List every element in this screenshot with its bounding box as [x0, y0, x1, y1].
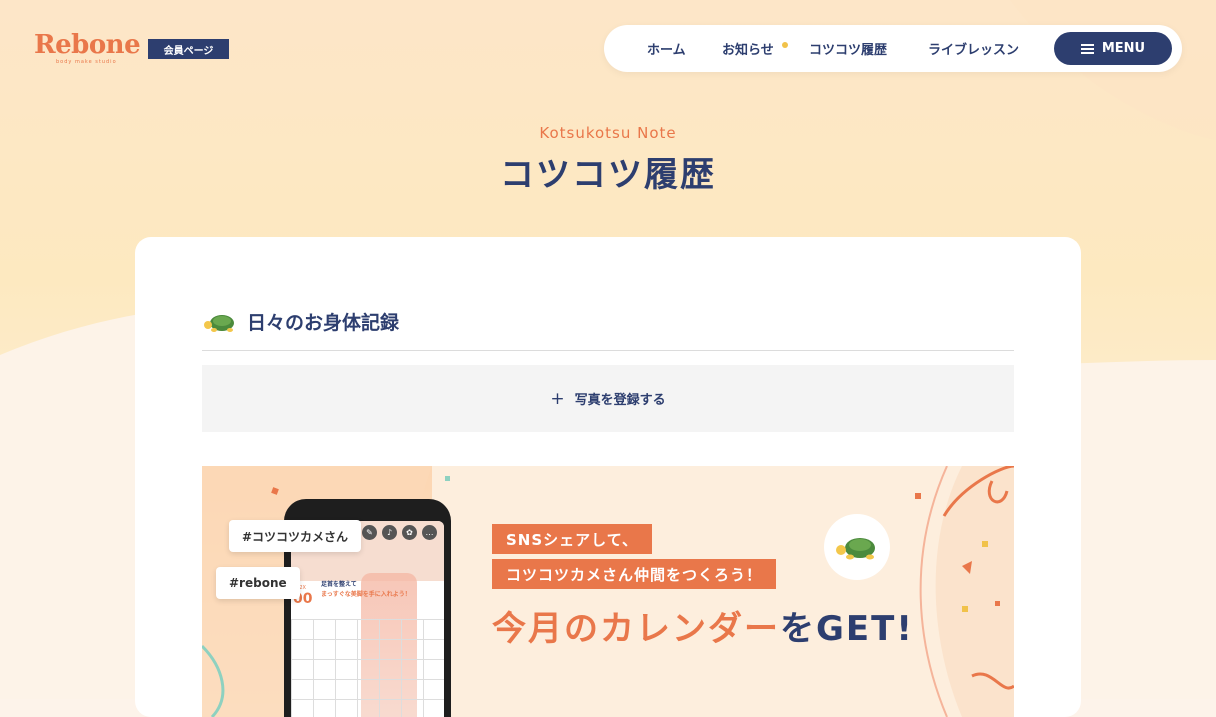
menu-button-label: MENU — [1101, 41, 1146, 56]
member-page-badge: 会員ページ — [148, 39, 229, 59]
more-icon: … — [422, 525, 437, 540]
section-divider — [202, 350, 1014, 351]
page-eyebrow: Kotsukotsu Note — [539, 124, 677, 142]
content-card: 日々のお身体記録 + 写真を登録する 00 足首を整えて まっすぐな美脚を手に入… — [135, 237, 1081, 717]
top-navigation: ホーム お知らせ コツコツ履歴 ライブレッスン MENU — [604, 25, 1182, 72]
news-unread-dot — [782, 42, 788, 48]
banner-line-1: SNSシェアして、 — [492, 524, 652, 554]
sns-share-banner[interactable]: 202X 00 足首を整えて まっすぐな美脚を手に入れよう！ ✎ ♪ ✿ … #… — [202, 466, 1014, 717]
page-title: コツコツ履歴 — [500, 155, 716, 195]
turtle-mascot-icon — [836, 538, 875, 560]
logo[interactable]: Rebone — [34, 30, 141, 60]
sticker-icon: ✿ — [402, 525, 417, 540]
nav-item-history[interactable]: コツコツ履歴 — [809, 25, 887, 72]
add-photo-button[interactable]: + 写真を登録する — [202, 365, 1014, 432]
plus-icon: + — [550, 388, 565, 409]
hashtag-rebone: #rebone — [216, 567, 300, 599]
hamburger-icon — [1080, 43, 1094, 54]
section-title: 日々のお身体記録 — [247, 312, 400, 334]
add-photo-label: 写真を登録する — [574, 393, 666, 408]
banner-headline: 今月のカレンダーをGET! — [492, 601, 914, 650]
turtle-icon — [204, 315, 234, 332]
calendar-caption-1: 足首を整えて — [321, 581, 357, 588]
music-icon: ♪ — [382, 525, 397, 540]
turtle-bubble — [824, 514, 890, 580]
hashtag-kotsukotsu: #コツコツカメさん — [229, 520, 362, 552]
logo-tagline: body make studio — [56, 59, 117, 65]
banner-line-2: コツコツカメさん仲間をつくろう！ — [492, 559, 777, 589]
menu-button[interactable]: MENU — [1054, 32, 1172, 65]
calendar-caption-2: まっすぐな美脚を手に入れよう！ — [321, 591, 411, 598]
nav-item-home[interactable]: ホーム — [647, 25, 686, 72]
calendar-grid — [291, 619, 444, 717]
nav-item-news[interactable]: お知らせ — [722, 25, 774, 72]
headline-calendar: 今月のカレンダー — [492, 609, 780, 649]
edit-icon: ✎ — [362, 525, 377, 540]
headline-get: をGET! — [780, 609, 914, 649]
nav-item-live-lesson[interactable]: ライブレッスン — [928, 25, 1019, 72]
